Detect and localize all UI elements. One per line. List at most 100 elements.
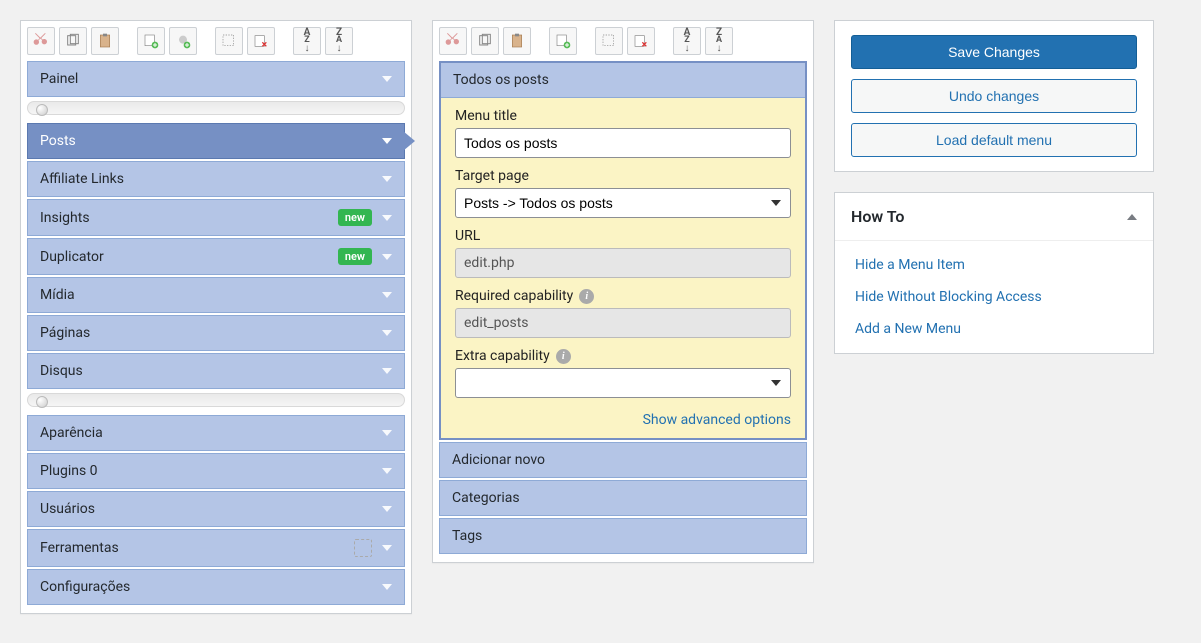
copy-button[interactable] — [59, 27, 87, 55]
menu-separator[interactable] — [27, 101, 405, 115]
menu-item[interactable]: Painel — [27, 61, 405, 97]
submenu-header[interactable]: Todos os posts — [441, 63, 805, 98]
hide-button[interactable] — [215, 27, 243, 55]
sort-desc-button[interactable]: ZA↓ — [325, 27, 353, 55]
extra-capability-label-text: Extra capability — [455, 348, 550, 364]
menu-item[interactable]: Aparência — [27, 415, 405, 451]
howto-box: How To Hide a Menu ItemHide Without Bloc… — [834, 192, 1154, 354]
load-default-button[interactable]: Load default menu — [851, 123, 1137, 157]
chevron-down-icon — [382, 215, 392, 221]
capability-label: Required capability i — [455, 288, 791, 304]
info-icon[interactable]: i — [579, 289, 594, 304]
delete-button[interactable] — [627, 27, 655, 55]
target-page-label: Target page — [455, 168, 791, 184]
menu-item[interactable]: Posts — [27, 123, 405, 159]
url-field: URL edit.php — [455, 228, 791, 278]
submenu-item[interactable]: Adicionar novo — [439, 442, 807, 478]
howto-link[interactable]: Hide a Menu Item — [835, 249, 1153, 281]
menu-item-label: Duplicator — [40, 249, 338, 265]
menu-item[interactable]: Plugins 0 — [27, 453, 405, 489]
submenu-item[interactable]: Categorias — [439, 480, 807, 516]
actions-box: Save Changes Undo changes Load default m… — [834, 20, 1154, 172]
menu-item-label: Insights — [40, 210, 338, 226]
url-label: URL — [455, 228, 791, 244]
chevron-down-icon — [382, 138, 392, 144]
menu-title-input[interactable] — [455, 128, 791, 158]
target-page-field: Target page Posts -> Todos os posts — [455, 168, 791, 218]
new-menu-button[interactable] — [137, 27, 165, 55]
chevron-down-icon — [382, 468, 392, 474]
new-separator-button[interactable] — [169, 27, 197, 55]
menu-title-field: Menu title — [455, 108, 791, 158]
howto-header[interactable]: How To — [835, 193, 1153, 241]
extra-capability-select[interactable] — [455, 368, 791, 398]
sub-toolbar: AZ↓ ZA↓ — [439, 27, 807, 61]
menu-item[interactable]: Disqus — [27, 353, 405, 389]
selection-pointer — [403, 131, 415, 151]
menu-item-label: Plugins 0 — [40, 463, 382, 479]
advanced-options-row: Show advanced options — [455, 408, 791, 434]
sort-asc-button[interactable]: AZ↓ — [673, 27, 701, 55]
hide-button[interactable] — [595, 27, 623, 55]
menu-item[interactable]: Duplicatornew — [27, 238, 405, 275]
extra-capability-field: Extra capability i — [455, 348, 791, 398]
info-icon[interactable]: i — [556, 349, 571, 364]
chevron-down-icon — [382, 76, 392, 82]
menu-list: PainelPostsAffiliate LinksInsightsnewDup… — [27, 61, 405, 605]
submenu-header-title: Todos os posts — [453, 72, 793, 88]
paste-button[interactable] — [503, 27, 531, 55]
save-button[interactable]: Save Changes — [851, 35, 1137, 69]
menu-item[interactable]: Affiliate Links — [27, 161, 405, 197]
menu-item[interactable]: Insightsnew — [27, 199, 405, 236]
paste-button[interactable] — [91, 27, 119, 55]
submenu-item-label: Categorias — [452, 490, 794, 506]
howto-links: Hide a Menu ItemHide Without Blocking Ac… — [835, 241, 1153, 353]
copy-button[interactable] — [471, 27, 499, 55]
cut-button[interactable] — [439, 27, 467, 55]
chevron-down-icon — [382, 506, 392, 512]
main-menu-column: AZ↓ ZA↓ Painel Posts Affiliate Links Insigh… — [20, 20, 412, 614]
delete-button[interactable] — [247, 27, 275, 55]
submenu-item-label: Tags — [452, 528, 794, 544]
chevron-down-icon — [382, 545, 392, 551]
sort-asc-button[interactable]: AZ↓ — [293, 27, 321, 55]
menu-item[interactable]: Páginas — [27, 315, 405, 351]
cut-button[interactable] — [27, 27, 55, 55]
target-page-select[interactable]: Posts -> Todos os posts — [455, 188, 791, 218]
chevron-down-icon — [382, 368, 392, 374]
submenu-editor: Todos os posts Menu title Target page Po… — [439, 61, 807, 440]
menu-item-label: Páginas — [40, 325, 382, 341]
menu-separator[interactable] — [27, 393, 405, 407]
new-badge: new — [338, 248, 372, 265]
menu-item[interactable]: Usuários — [27, 491, 405, 527]
collapse-icon — [1127, 214, 1137, 220]
submenu-item-label: Adicionar novo — [452, 452, 794, 468]
chevron-down-icon — [382, 584, 392, 590]
new-item-button[interactable] — [549, 27, 577, 55]
menu-item-label: Aparência — [40, 425, 382, 441]
menu-item-label: Mídia — [40, 287, 382, 303]
submenu-column: AZ↓ ZA↓ Todos os posts Menu title Target… — [432, 20, 814, 563]
sort-desc-button[interactable]: ZA↓ — [705, 27, 733, 55]
menu-item[interactable]: Ferramentas — [27, 529, 405, 567]
undo-button[interactable]: Undo changes — [851, 79, 1137, 113]
howto-link[interactable]: Add a New Menu — [835, 313, 1153, 345]
menu-item[interactable]: Mídia — [27, 277, 405, 313]
main-toolbar: AZ↓ ZA↓ — [27, 27, 405, 61]
menu-item[interactable]: Configurações — [27, 569, 405, 605]
menu-item-label: Affiliate Links — [40, 171, 382, 187]
extra-capability-label: Extra capability i — [455, 348, 791, 364]
chevron-down-icon — [382, 254, 392, 260]
menu-item-label: Usuários — [40, 501, 382, 517]
menu-item-label: Ferramentas — [40, 540, 354, 556]
howto-title: How To — [851, 207, 1127, 226]
submenu-item[interactable]: Tags — [439, 518, 807, 554]
sidebar: Save Changes Undo changes Load default m… — [834, 20, 1154, 354]
howto-link[interactable]: Hide Without Blocking Access — [835, 281, 1153, 313]
chevron-down-icon — [382, 176, 392, 182]
menu-item-label: Painel — [40, 71, 382, 87]
chevron-down-icon — [382, 292, 392, 298]
show-advanced-link[interactable]: Show advanced options — [643, 412, 791, 428]
url-value: edit.php — [455, 248, 791, 278]
menu-title-label: Menu title — [455, 108, 791, 124]
